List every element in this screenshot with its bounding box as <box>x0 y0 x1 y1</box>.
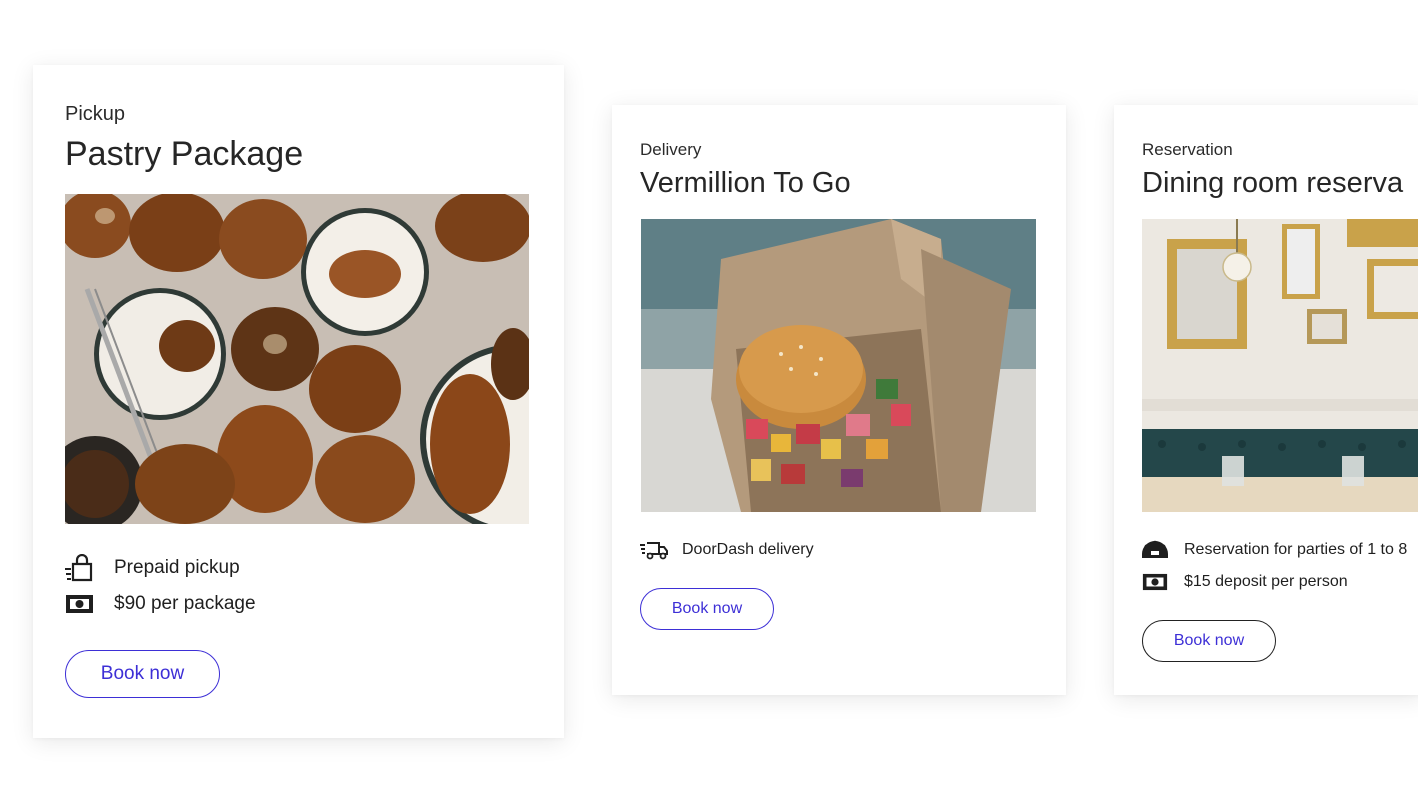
feature-row: $90 per package <box>65 593 256 615</box>
feature-text: Prepaid pickup <box>114 557 240 578</box>
book-now-button[interactable]: Book now <box>640 588 774 630</box>
feature-text: DoorDash delivery <box>682 541 814 558</box>
card-type-label: Reservation <box>1142 140 1233 159</box>
feature-text: Reservation for parties of 1 to 8 <box>1184 541 1408 558</box>
book-now-button[interactable]: Book now <box>65 650 220 698</box>
feature-row: $15 deposit per person <box>1142 572 1348 592</box>
feature-row: Prepaid pickup <box>65 554 240 582</box>
feature-text: $15 deposit per person <box>1184 573 1348 590</box>
delivery-card: Delivery Vermillion To Go DoorDash deliv… <box>612 105 1066 695</box>
feature-row: Reservation for parties of 1 to 8 <box>1142 540 1407 560</box>
pastry-photo <box>65 194 529 524</box>
shopping-bag-icon <box>65 554 93 582</box>
card-type-label: Pickup <box>65 103 126 125</box>
card-title: Vermillion To Go <box>640 167 851 199</box>
card-type-label: Delivery <box>640 140 702 159</box>
cash-icon <box>66 595 93 613</box>
delivery-truck-icon <box>640 542 668 560</box>
card-title: Pastry Package <box>65 135 304 173</box>
card-title: Dining room reserva <box>1142 167 1404 199</box>
reservation-card: Reservation Dining room reserva Reservat… <box>1114 105 1418 695</box>
feature-row: DoorDash delivery <box>640 540 814 560</box>
book-now-button[interactable]: Book now <box>1142 620 1276 662</box>
feature-text: $90 per package <box>114 593 256 614</box>
dining-room-photo <box>1142 219 1418 512</box>
party-people-icon <box>1142 540 1168 558</box>
pickup-card: Pickup Pastry Package Prepaid pickup $90… <box>33 65 564 738</box>
burger-photo <box>641 219 1036 512</box>
cash-icon <box>1142 573 1168 591</box>
